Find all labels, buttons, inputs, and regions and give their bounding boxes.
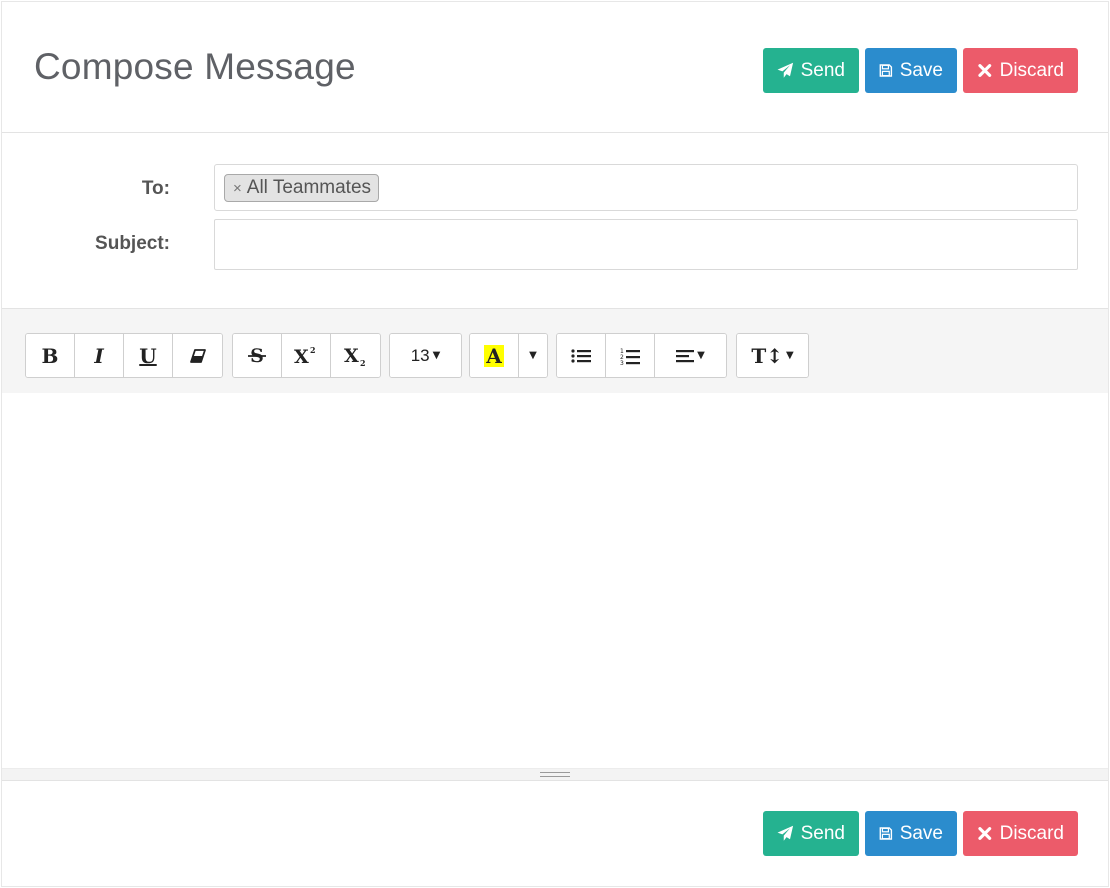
clear-format-button[interactable]: [173, 334, 222, 377]
eraser-icon: [189, 348, 206, 363]
paper-plane-icon: [777, 62, 794, 78]
subscript-icon: X2: [344, 345, 366, 367]
highlight-icon: A: [484, 343, 504, 368]
strikethrough-icon: S: [248, 345, 266, 367]
send-button-label: Send: [800, 822, 845, 844]
save-button[interactable]: Save: [865, 48, 957, 93]
superscript-icon: X2: [294, 345, 316, 367]
editor-toolbar: B I U S X2 X2 13 ▼ A ▼ 1 2 3 ▼ T↕ ▼: [2, 308, 1108, 393]
message-body-editor[interactable]: [2, 393, 1108, 768]
subscript-button[interactable]: X2: [331, 334, 380, 377]
line-height-icon: T↕: [751, 343, 783, 368]
editor-resize-handle[interactable]: [2, 768, 1108, 781]
svg-text:X: X: [344, 345, 359, 367]
chevron-down-icon: ▼: [785, 350, 794, 361]
recipient-tag: × All Teammates: [224, 174, 380, 202]
font-size-group: 13 ▼: [389, 333, 462, 378]
align-left-icon: [676, 349, 695, 362]
svg-text:2: 2: [310, 345, 316, 355]
subject-label: Subject:: [95, 233, 170, 254]
svg-text:2: 2: [360, 358, 366, 367]
underline-button[interactable]: U: [124, 334, 173, 377]
chevron-down-icon: ▼: [529, 350, 537, 361]
strikethrough-button[interactable]: S: [233, 334, 282, 377]
discard-button-label: Discard: [999, 59, 1064, 81]
save-button-label: Save: [899, 822, 943, 844]
to-field[interactable]: × All Teammates: [214, 164, 1078, 211]
line-height-dropdown[interactable]: T↕ ▼: [737, 334, 808, 377]
paragraph-group: 123 ▼: [556, 333, 727, 378]
close-icon: [978, 64, 992, 77]
resize-grip-icon: [540, 772, 570, 777]
superscript-button[interactable]: X2: [282, 334, 331, 377]
svg-text:X: X: [294, 346, 309, 367]
highlight-group: A ▼: [469, 333, 548, 378]
subject-field[interactable]: [214, 219, 1078, 270]
ordered-list-icon: 123: [620, 348, 640, 365]
save-button[interactable]: Save: [865, 811, 957, 856]
remove-recipient-icon[interactable]: ×: [233, 180, 242, 197]
bottom-action-buttons: Send Save Discard: [763, 811, 1078, 856]
paper-plane-icon: [777, 825, 794, 841]
bold-button[interactable]: B: [26, 334, 75, 377]
discard-button[interactable]: Discard: [963, 811, 1078, 856]
ordered-list-button[interactable]: 123: [606, 334, 655, 377]
font-size-value: 13: [410, 345, 430, 365]
text-size-group: T↕ ▼: [736, 333, 809, 378]
message-fields: To: × All Teammates Subject:: [2, 133, 1108, 309]
close-icon: [978, 827, 992, 840]
chevron-down-icon: ▼: [432, 350, 441, 361]
unordered-list-button[interactable]: [557, 334, 606, 377]
send-button-label: Send: [800, 59, 845, 81]
compose-header: Compose Message Send Save Discard: [2, 2, 1108, 133]
chevron-down-icon: ▼: [697, 350, 705, 361]
script-group: S X2 X2: [232, 333, 381, 378]
top-action-buttons: Send Save Discard: [763, 48, 1078, 93]
italic-button[interactable]: I: [75, 334, 124, 377]
compose-panel: Compose Message Send Save Discard To: × …: [1, 1, 1109, 887]
font-style-group: B I U: [25, 333, 223, 378]
recipient-tag-label: All Teammates: [246, 177, 372, 198]
align-dropdown[interactable]: ▼: [655, 334, 726, 377]
highlight-color-button[interactable]: A: [470, 334, 519, 377]
svg-text:3: 3: [620, 360, 624, 365]
to-label: To:: [141, 178, 170, 199]
floppy-disk-icon: [879, 827, 893, 840]
send-button[interactable]: Send: [763, 48, 859, 93]
discard-button-label: Discard: [999, 822, 1064, 844]
font-size-dropdown[interactable]: 13 ▼: [390, 334, 461, 377]
unordered-list-icon: [571, 348, 591, 363]
floppy-disk-icon: [879, 64, 893, 77]
send-button[interactable]: Send: [763, 811, 859, 856]
discard-button[interactable]: Discard: [963, 48, 1078, 93]
page-title: Compose Message: [34, 46, 356, 87]
save-button-label: Save: [899, 59, 943, 81]
highlight-dropdown[interactable]: ▼: [519, 334, 547, 377]
